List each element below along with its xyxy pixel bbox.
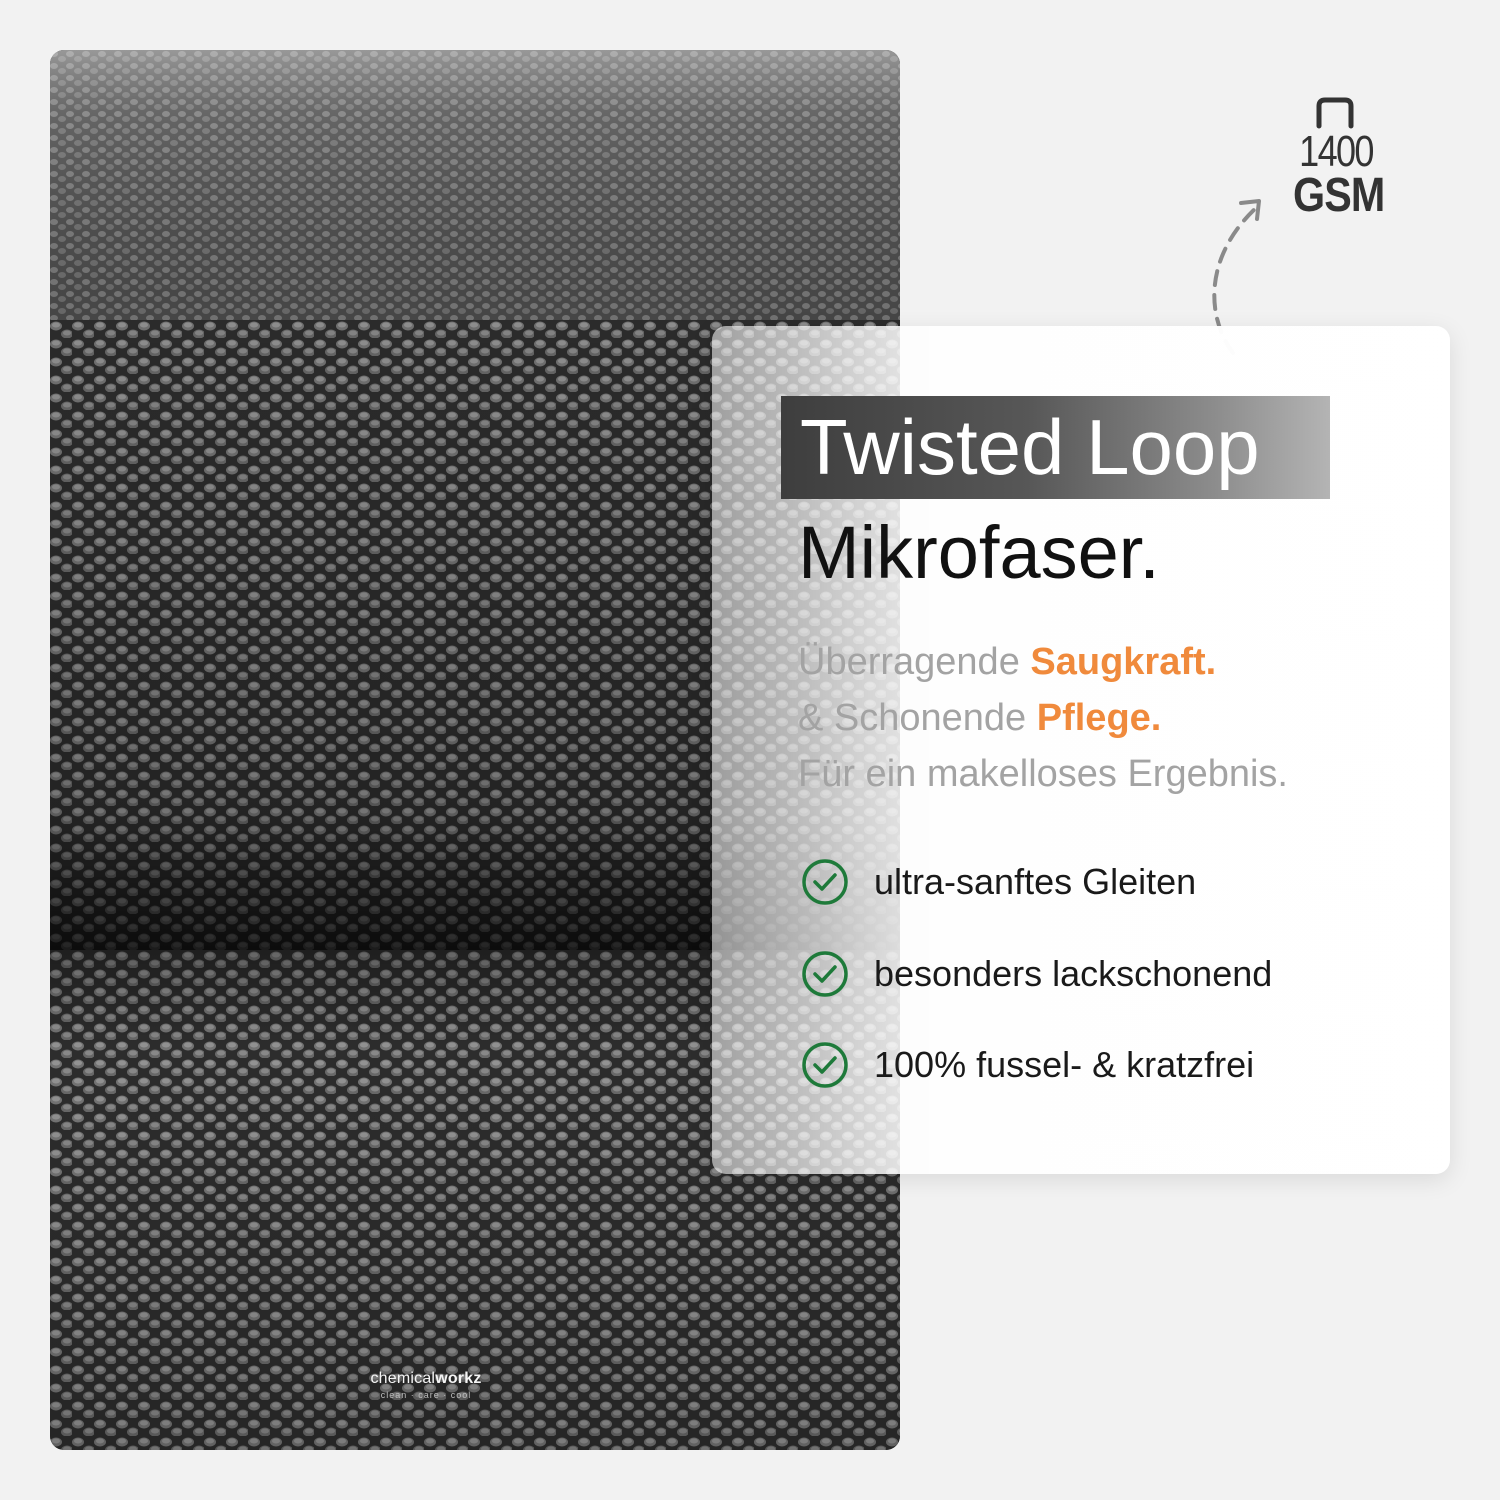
tagline-line-3: Für ein makelloses Ergebnis. (798, 753, 1288, 795)
check-circle-icon (802, 859, 848, 905)
feature-label: 100% fussel- & kratzfrei (874, 1044, 1255, 1085)
headline-subtitle: Mikrofaser. (798, 511, 1160, 594)
feature-label: besonders lackschonend (874, 953, 1273, 994)
feature-label: ultra-sanftes Gleiten (874, 861, 1197, 902)
check-circle-icon (802, 951, 848, 997)
feature-item: besonders lackschonend (800, 944, 1272, 1004)
check-circle-icon (802, 1042, 848, 1088)
gsm-value: 1400 (1299, 127, 1374, 176)
brand-tagline: clean · care · cool (380, 1390, 472, 1400)
headline-title: Twisted Loop (800, 403, 1260, 491)
feature-item: 100% fussel- & kratzfrei (800, 1035, 1254, 1095)
brand-name: chemicalworkz (370, 1370, 482, 1387)
feature-item: ultra-sanftes Gleiten (800, 852, 1196, 912)
gsm-unit: GSM (1293, 169, 1385, 222)
tagline: Überragende Saugkraft. & Schonende Pfleg… (798, 634, 1288, 802)
brand-logo: chemicalworkz clean · care · cool (346, 1370, 506, 1400)
tagline-line-1: Überragende Saugkraft. (798, 641, 1217, 683)
tagline-line-2: & Schonende Pflege. (798, 697, 1162, 739)
